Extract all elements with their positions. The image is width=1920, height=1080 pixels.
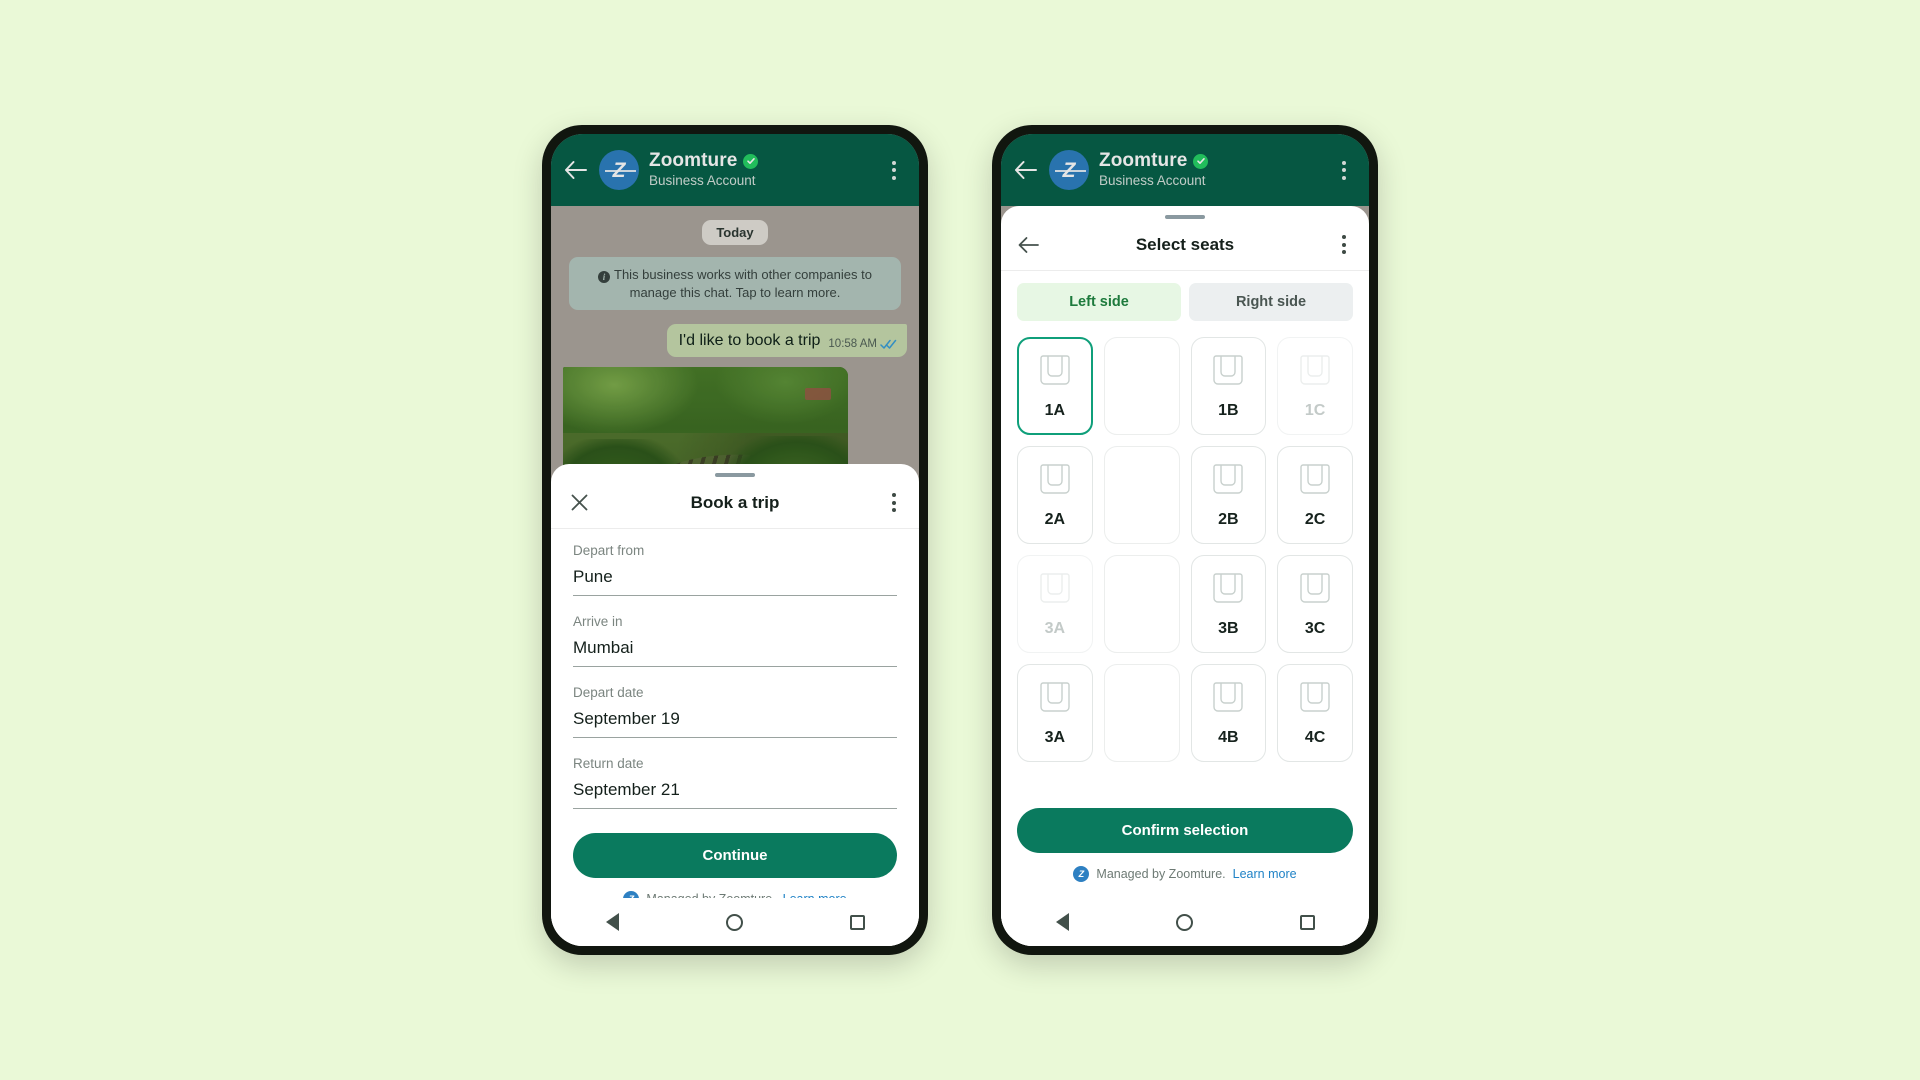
seat-label: 4C: [1304, 728, 1326, 746]
seat-icon: [1211, 353, 1245, 396]
field-label: Arrive in: [573, 614, 623, 629]
field-depart-from: Depart from Pune: [573, 543, 897, 596]
field-label: Return date: [573, 756, 644, 771]
seat-aisle-gap: [1103, 446, 1180, 544]
select-seats-sheet: Select seats Left side Right side 1A 1B 1C…: [1001, 206, 1369, 946]
sheet-title: Select seats: [1135, 234, 1235, 254]
seat-label: 1A: [1044, 401, 1066, 419]
sheet-header: Book a trip: [551, 477, 919, 529]
seat-4b[interactable]: 4B: [1190, 664, 1267, 762]
nav-home-circle-icon[interactable]: [1157, 898, 1213, 946]
seat-aisle-gap: [1103, 555, 1180, 653]
side-tabs: Left side Right side: [1001, 271, 1369, 331]
seat-label: 2B: [1218, 510, 1239, 528]
seat-4c[interactable]: 4C: [1277, 664, 1353, 762]
nav-back-triangle-icon[interactable]: [584, 898, 640, 946]
nav-recents-square-icon[interactable]: [1280, 898, 1336, 946]
seat-label: 3B: [1218, 619, 1239, 637]
kebab-menu-icon[interactable]: [883, 491, 905, 515]
phone-mockup-right: Z Zoomture Business Account Today: [992, 125, 1378, 955]
seat-icon: [1298, 462, 1332, 505]
seat-icon: [1038, 680, 1072, 723]
managed-by-footer: Z Managed by Zoomture. Learn more: [1017, 853, 1353, 898]
seat-3a[interactable]: 3A: [1017, 664, 1093, 762]
seat-label: 1C: [1304, 401, 1326, 419]
field-arrive-in: Arrive in Mumbai: [573, 614, 897, 667]
field-label: Depart date: [573, 685, 644, 700]
confirm-selection-button[interactable]: Confirm selection: [1017, 808, 1353, 853]
field-depart-date: Depart date September 19: [573, 685, 897, 738]
kebab-menu-icon[interactable]: [1333, 233, 1355, 257]
nav-home-circle-icon[interactable]: [707, 898, 763, 946]
seat-label: 4B: [1218, 728, 1239, 746]
return-date-input[interactable]: September 21: [573, 780, 897, 809]
seat-label: 3A: [1044, 728, 1066, 746]
nav-back-triangle-icon[interactable]: [1034, 898, 1090, 946]
sheet-header: Select seats: [1001, 219, 1369, 271]
continue-button[interactable]: Continue: [573, 833, 897, 878]
seat-aisle-gap: [1103, 337, 1180, 435]
seat-label: 3A: [1044, 619, 1066, 637]
seat-3c[interactable]: 3C: [1277, 555, 1353, 653]
field-label: Depart from: [573, 543, 645, 558]
phone-screen-right: Z Zoomture Business Account Today: [1001, 134, 1369, 946]
android-navigation-bar: [551, 898, 919, 946]
seat-icon: [1038, 571, 1072, 614]
depart-from-input[interactable]: Pune: [573, 567, 897, 596]
book-a-trip-sheet: Book a trip Depart from Pune Arrive in M…: [551, 464, 919, 946]
android-navigation-bar: [1001, 898, 1369, 946]
seat-icon: [1211, 680, 1245, 723]
seat-icon: [1211, 462, 1245, 505]
depart-date-input[interactable]: September 19: [573, 709, 897, 738]
learn-more-link[interactable]: Learn more: [1233, 867, 1297, 881]
seat-icon: [1038, 462, 1072, 505]
seat-3b[interactable]: 3B: [1190, 555, 1267, 653]
seat-label: 2A: [1044, 510, 1066, 528]
seat-icon: [1038, 353, 1072, 396]
seat-2c[interactable]: 2C: [1277, 446, 1353, 544]
seat-1b[interactable]: 1B: [1190, 337, 1267, 435]
phone-screen-left: Z Zoomture Business Account Today: [551, 134, 919, 946]
managed-by-text: Managed by Zoomture.: [1096, 867, 1226, 881]
back-arrow-icon[interactable]: [1015, 231, 1043, 259]
seat-2b[interactable]: 2B: [1190, 446, 1267, 544]
seat-1c-unavailable: 1C: [1277, 337, 1353, 435]
seat-1a-selected[interactable]: 1A: [1017, 337, 1093, 435]
zoomture-badge-icon: Z: [1073, 866, 1090, 882]
close-x-icon[interactable]: [565, 489, 593, 517]
book-a-trip-form: Depart from Pune Arrive in Mumbai Depart…: [551, 529, 919, 827]
screenshot-canvas: Z Zoomture Business Account Today: [0, 0, 1920, 1080]
seat-3a-unavailable: 3A: [1017, 555, 1093, 653]
seat-icon: [1211, 571, 1245, 614]
seat-icon: [1298, 680, 1332, 723]
field-return-date: Return date September 21: [573, 756, 897, 809]
arrive-in-input[interactable]: Mumbai: [573, 638, 897, 667]
nav-recents-square-icon[interactable]: [830, 898, 886, 946]
seat-2a[interactable]: 2A: [1017, 446, 1093, 544]
seat-label: 2C: [1304, 510, 1326, 528]
seat-label: 3C: [1304, 619, 1326, 637]
seat-grid: 1A 1B 1C 2A 2B 2C 3A 3B 3C 3A 4B 4C: [1001, 331, 1369, 798]
phone-mockup-left: Z Zoomture Business Account Today: [542, 125, 928, 955]
seat-label: 1B: [1218, 401, 1239, 419]
tab-right-side[interactable]: Right side: [1189, 283, 1353, 321]
seat-icon: [1298, 571, 1332, 614]
seat-aisle-gap: [1103, 664, 1180, 762]
sheet-title: Book a trip: [690, 492, 780, 512]
tab-left-side[interactable]: Left side: [1017, 283, 1181, 321]
seat-icon: [1298, 353, 1332, 396]
